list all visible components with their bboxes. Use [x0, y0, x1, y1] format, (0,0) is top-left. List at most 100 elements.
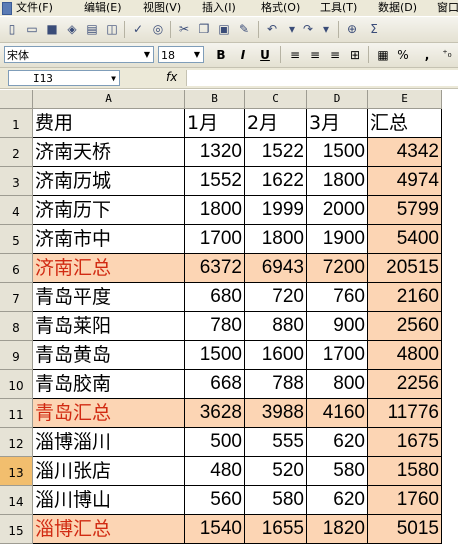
row-header[interactable]: 15 — [0, 515, 33, 544]
cell-a6[interactable]: 济南汇总 — [33, 254, 185, 283]
permission-icon[interactable]: ◈ — [64, 21, 80, 37]
cell-e2[interactable]: 4342 — [368, 138, 442, 167]
cell-d13[interactable]: 580 — [307, 457, 368, 486]
column-header-a[interactable]: A — [33, 90, 185, 109]
cell-c11[interactable]: 3988 — [245, 399, 307, 428]
cell-b15[interactable]: 1540 — [185, 515, 245, 544]
formula-input[interactable] — [186, 70, 458, 86]
cell-a7[interactable]: 青岛平度 — [33, 283, 185, 312]
select-all-corner[interactable] — [0, 90, 33, 109]
row-header[interactable]: 2 — [0, 138, 33, 167]
chevron-down-icon[interactable]: ▼ — [141, 47, 153, 62]
align-left-icon[interactable]: ≡ — [286, 47, 304, 63]
cell-e13[interactable]: 1580 — [368, 457, 442, 486]
undo-dropdown-icon[interactable]: ▾ — [284, 21, 300, 37]
cell-b14[interactable]: 560 — [185, 486, 245, 515]
cell-b7[interactable]: 680 — [185, 283, 245, 312]
cell-d8[interactable]: 900 — [307, 312, 368, 341]
percent-button[interactable]: % — [394, 47, 412, 63]
merge-center-icon[interactable]: ⊞ — [346, 47, 364, 63]
cell-d4[interactable]: 2000 — [307, 196, 368, 225]
cell-e8[interactable]: 2560 — [368, 312, 442, 341]
row-header[interactable]: 3 — [0, 167, 33, 196]
menu-insert[interactable]: 插入(I) — [202, 0, 236, 16]
row-header[interactable]: 14 — [0, 486, 33, 515]
cell-b3[interactable]: 1552 — [185, 167, 245, 196]
name-box[interactable]: I13 ▼ — [8, 70, 120, 86]
column-header-d[interactable]: D — [307, 90, 368, 109]
cell-a14[interactable]: 淄川博山 — [33, 486, 185, 515]
row-header[interactable]: 13 — [0, 457, 33, 486]
menu-view[interactable]: 视图(V) — [143, 0, 181, 16]
cell-d6[interactable]: 7200 — [307, 254, 368, 283]
cell-b10[interactable]: 668 — [185, 370, 245, 399]
menu-data[interactable]: 数据(D) — [378, 0, 417, 16]
cell-e1[interactable]: 汇总 — [368, 109, 442, 138]
column-header-e[interactable]: E — [368, 90, 442, 109]
cell-c1[interactable]: 2月 — [245, 109, 307, 138]
cell-d9[interactable]: 1700 — [307, 341, 368, 370]
align-center-icon[interactable]: ≡ — [306, 47, 324, 63]
cell-d11[interactable]: 4160 — [307, 399, 368, 428]
print-icon[interactable]: ▤ — [84, 21, 100, 37]
font-size-select[interactable]: 18 ▼ — [158, 46, 204, 63]
menu-file[interactable]: 文件(F) — [16, 0, 53, 16]
undo-icon[interactable]: ↶ — [264, 21, 280, 37]
row-header[interactable]: 9 — [0, 341, 33, 370]
menu-window[interactable]: 窗口 — [437, 0, 458, 16]
cell-a5[interactable]: 济南市中 — [33, 225, 185, 254]
underline-button[interactable]: U — [256, 47, 274, 63]
row-header[interactable]: 11 — [0, 399, 33, 428]
cell-b8[interactable]: 780 — [185, 312, 245, 341]
cell-c15[interactable]: 1655 — [245, 515, 307, 544]
chevron-down-icon[interactable]: ▼ — [111, 71, 116, 87]
cell-e11[interactable]: 11776 — [368, 399, 442, 428]
format-painter-icon[interactable]: ✎ — [236, 21, 252, 37]
copy-icon[interactable]: ❐ — [196, 21, 212, 37]
cell-e6[interactable]: 20515 — [368, 254, 442, 283]
cell-d14[interactable]: 620 — [307, 486, 368, 515]
cell-a15[interactable]: 淄博汇总 — [33, 515, 185, 544]
cell-b11[interactable]: 3628 — [185, 399, 245, 428]
row-header[interactable]: 5 — [0, 225, 33, 254]
cell-c6[interactable]: 6943 — [245, 254, 307, 283]
cell-c2[interactable]: 1522 — [245, 138, 307, 167]
cell-e15[interactable]: 5015 — [368, 515, 442, 544]
cell-c7[interactable]: 720 — [245, 283, 307, 312]
cell-c4[interactable]: 1999 — [245, 196, 307, 225]
cell-c9[interactable]: 1600 — [245, 341, 307, 370]
column-header-b[interactable]: B — [185, 90, 245, 109]
cell-d15[interactable]: 1820 — [307, 515, 368, 544]
cell-e7[interactable]: 2160 — [368, 283, 442, 312]
cell-b13[interactable]: 480 — [185, 457, 245, 486]
spelling-icon[interactable]: ✓ — [130, 21, 146, 37]
cell-b4[interactable]: 1800 — [185, 196, 245, 225]
save-icon[interactable]: ■ — [44, 21, 60, 37]
cell-c3[interactable]: 1622 — [245, 167, 307, 196]
new-icon[interactable]: ▯ — [4, 21, 20, 37]
cell-e12[interactable]: 1675 — [368, 428, 442, 457]
cell-d7[interactable]: 760 — [307, 283, 368, 312]
paste-icon[interactable]: ▣ — [216, 21, 232, 37]
cell-a8[interactable]: 青岛莱阳 — [33, 312, 185, 341]
cell-d3[interactable]: 1800 — [307, 167, 368, 196]
hyperlink-icon[interactable]: ⊕ — [344, 21, 360, 37]
cell-a4[interactable]: 济南历下 — [33, 196, 185, 225]
cell-c14[interactable]: 580 — [245, 486, 307, 515]
menu-format[interactable]: 格式(O) — [261, 0, 300, 16]
cell-e10[interactable]: 2256 — [368, 370, 442, 399]
cell-e14[interactable]: 1760 — [368, 486, 442, 515]
italic-button[interactable]: I — [234, 47, 252, 63]
cell-a10[interactable]: 青岛胶南 — [33, 370, 185, 399]
menu-edit[interactable]: 编辑(E) — [84, 0, 122, 16]
cell-e5[interactable]: 5400 — [368, 225, 442, 254]
column-header-c[interactable]: C — [245, 90, 307, 109]
comma-style-button[interactable]: , — [418, 47, 436, 63]
cell-b12[interactable]: 500 — [185, 428, 245, 457]
cell-d1[interactable]: 3月 — [307, 109, 368, 138]
menu-tools[interactable]: 工具(T) — [320, 0, 357, 16]
cell-b2[interactable]: 1320 — [185, 138, 245, 167]
currency-icon[interactable]: ▦ — [374, 47, 392, 63]
cell-d12[interactable]: 620 — [307, 428, 368, 457]
cell-b9[interactable]: 1500 — [185, 341, 245, 370]
